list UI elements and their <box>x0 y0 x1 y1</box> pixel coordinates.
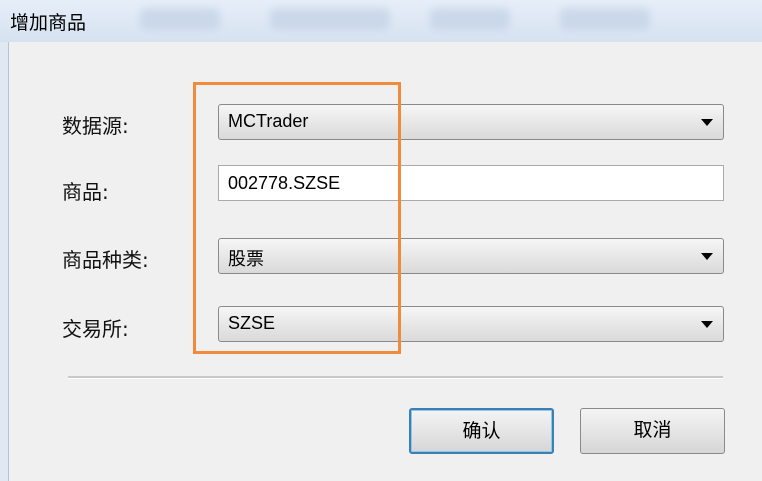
symbol-label: 商品: <box>62 180 109 204</box>
blurred-background <box>560 8 650 30</box>
datasource-label: 数据源: <box>62 114 129 138</box>
blurred-background <box>140 8 220 30</box>
chevron-down-icon <box>701 321 713 328</box>
cancel-button[interactable]: 取消 <box>580 408 725 454</box>
dialog-title: 增加商品 <box>10 12 87 34</box>
title-bar[interactable]: 增加商品 <box>0 0 762 42</box>
chevron-down-icon <box>701 119 713 126</box>
blurred-background <box>270 8 390 30</box>
blurred-background <box>430 8 510 30</box>
exchange-label: 交易所: <box>62 317 129 341</box>
divider <box>68 376 723 379</box>
chevron-down-icon <box>701 253 713 260</box>
category-label: 商品种类: <box>62 248 149 272</box>
highlight-annotation <box>193 82 401 354</box>
confirm-button[interactable]: 确认 <box>409 408 554 454</box>
